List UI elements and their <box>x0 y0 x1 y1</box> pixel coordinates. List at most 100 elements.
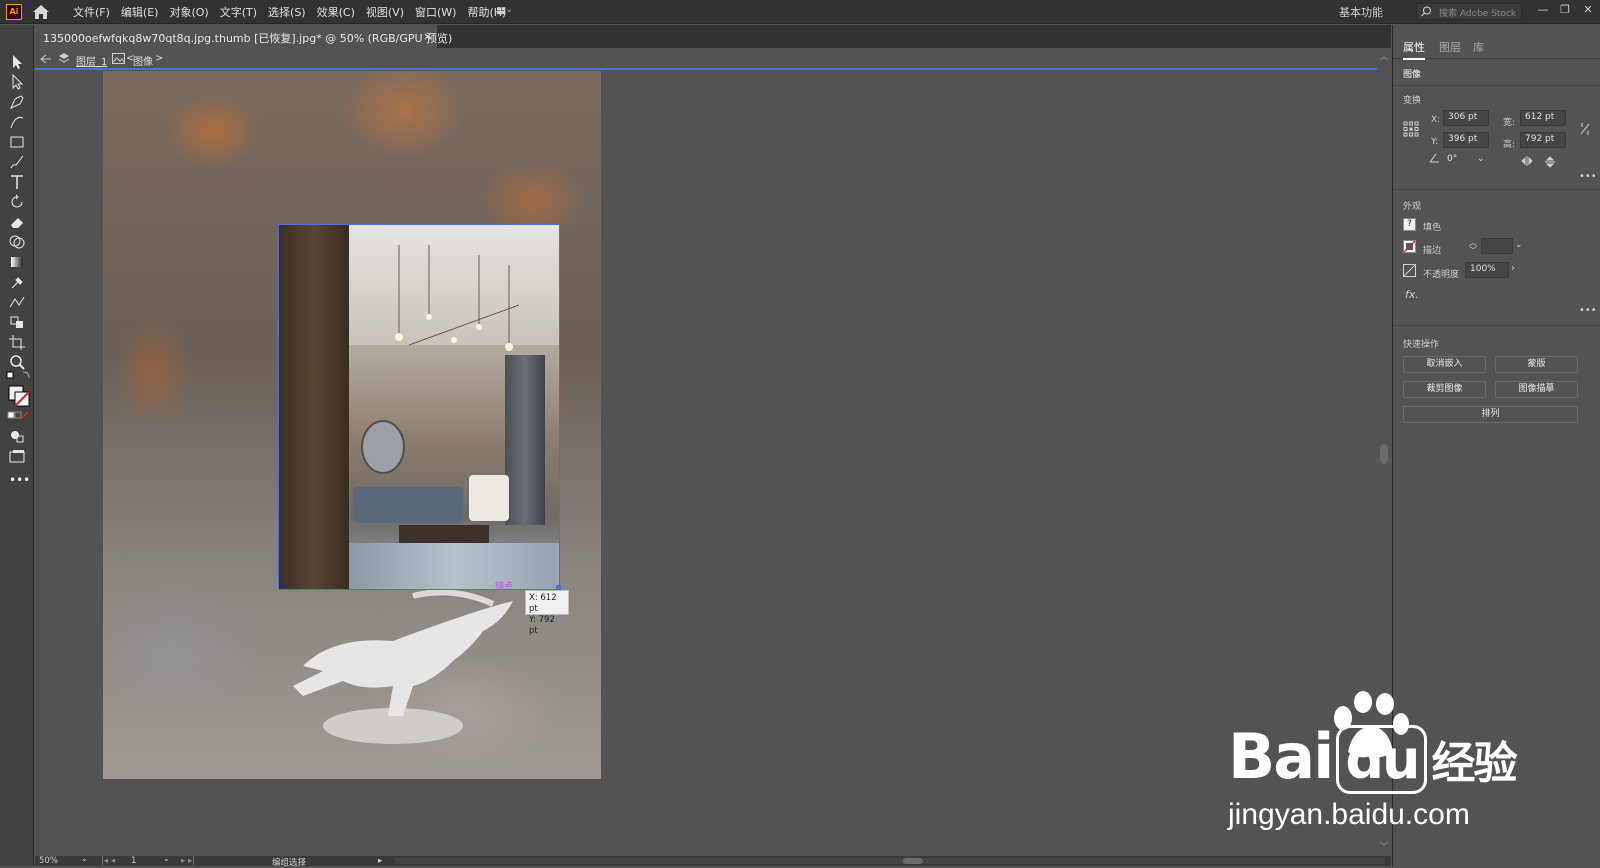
opacity-expand-icon[interactable]: › <box>1511 263 1515 274</box>
zoom-dropdown-icon[interactable]: ⌄ <box>81 854 88 863</box>
zoom-tool-icon[interactable] <box>7 353 27 371</box>
opacity-field[interactable]: 100% <box>1465 262 1509 278</box>
opacity-icon <box>1403 264 1416 277</box>
artboard-dropdown-icon[interactable]: ⌄ <box>163 854 170 863</box>
stroke-swatch[interactable] <box>1403 240 1416 253</box>
live-paint-tool-icon[interactable] <box>7 313 27 331</box>
menu-select[interactable]: 选择(S) <box>268 4 312 20</box>
fx-icon[interactable]: fx. <box>1405 288 1419 301</box>
divider <box>1393 85 1600 86</box>
minimize-icon[interactable]: — <box>1536 3 1550 17</box>
baidu-watermark: Bai du 经验 jingyan.baidu.com <box>1228 690 1528 831</box>
fill-swatch[interactable]: ? <box>1403 218 1416 231</box>
crop-image-button[interactable]: 裁剪图像 <box>1403 381 1486 398</box>
tab-layers[interactable]: 图层 <box>1439 39 1461 55</box>
zoom-level[interactable]: 50% <box>39 856 58 866</box>
back-arrow-icon[interactable] <box>40 54 52 64</box>
opacity-label: 不透明度 <box>1423 270 1460 280</box>
constrain-proportions-icon[interactable] <box>1579 122 1591 136</box>
scroll-thumb[interactable] <box>1380 444 1388 464</box>
image-icon <box>112 53 125 64</box>
close-tab-icon[interactable]: × <box>423 30 432 43</box>
document-tab[interactable]: 135000oefwfqkq8w70qt8q.jpg.thumb [已恢复].j… <box>35 25 452 48</box>
flip-horizontal-icon[interactable] <box>1521 156 1533 166</box>
menu-type[interactable]: 文字(T) <box>220 4 263 20</box>
artboard[interactable] <box>103 71 601 779</box>
direct-selection-tool-icon[interactable] <box>7 73 27 91</box>
paintbrush-tool-icon[interactable] <box>7 153 27 171</box>
width-label: 宽: <box>1503 118 1516 128</box>
unembed-button[interactable]: 取消嵌入 <box>1403 356 1486 373</box>
panel-tabs: 属性 图层 库 <box>1393 37 1600 59</box>
height-field[interactable]: 792 pt <box>1520 132 1566 148</box>
stroke-weight-stepper[interactable]: ︿ ﹀ <box>1469 239 1477 255</box>
menu-items: 文件(F) 编辑(E) 对象(O) 文字(T) 选择(S) 效果(C) 视图(V… <box>73 4 517 20</box>
type-tool-icon[interactable] <box>7 173 27 191</box>
blend-tool-icon[interactable] <box>7 293 27 311</box>
appearance-more-icon[interactable]: ••• <box>1579 305 1597 316</box>
image-rug <box>349 543 559 589</box>
y-label: Y: <box>1431 137 1439 147</box>
canvas[interactable]: 锚点 X: 612 pt Y: 792 pt <box>35 71 1377 856</box>
last-artboard-icon[interactable]: ▸ ▸| <box>181 856 195 866</box>
fill-stroke-swatch-icon[interactable] <box>5 370 31 422</box>
watermark-du-box: du <box>1336 725 1428 794</box>
image-sofa <box>353 487 463 523</box>
home-icon[interactable] <box>32 4 50 20</box>
stroke-weight-field[interactable] <box>1481 238 1513 254</box>
image-wood-wall <box>279 225 349 589</box>
image-trace-button[interactable]: 图像描摹 <box>1495 381 1578 398</box>
selected-image-frame[interactable] <box>278 224 560 590</box>
transform-more-icon[interactable]: ••• <box>1579 171 1597 182</box>
menu-object[interactable]: 对象(O) <box>169 4 214 20</box>
restore-icon[interactable]: ❐ <box>1558 3 1572 17</box>
stroke-label: 描边 <box>1423 246 1442 256</box>
arrange-button[interactable]: 排列 <box>1403 406 1578 423</box>
width-field[interactable]: 612 pt <box>1520 110 1566 126</box>
artboard-number[interactable]: 1 <box>131 856 136 866</box>
selection-tool-icon[interactable] <box>7 53 27 71</box>
more-tools-icon[interactable]: ••• <box>9 473 30 487</box>
x-field[interactable]: 306 pt <box>1443 110 1489 126</box>
mask-button[interactable]: 蒙版 <box>1495 356 1578 373</box>
image-armchair <box>469 475 509 521</box>
height-label: 高: <box>1503 140 1516 150</box>
rotate-tool-icon[interactable] <box>7 193 27 211</box>
workspace-switcher[interactable]: 基本功能 <box>1339 4 1383 20</box>
draw-mode-icon[interactable] <box>7 427 27 445</box>
scroll-up-icon[interactable]: ︿ <box>1380 51 1388 62</box>
tab-properties[interactable]: 属性 <box>1403 39 1425 55</box>
flip-vertical-icon[interactable] <box>1545 156 1555 168</box>
curvature-tool-icon[interactable] <box>7 113 27 131</box>
menu-effect[interactable]: 效果(C) <box>317 4 361 20</box>
stroke-weight-dropdown-icon[interactable]: ⌄ <box>1515 240 1523 250</box>
breadcrumb-layer[interactable]: 图层_1 <box>76 53 107 68</box>
scroll-down-icon[interactable]: ﹀ <box>1380 841 1388 852</box>
menu-file[interactable]: 文件(F) <box>73 4 116 20</box>
first-artboard-icon[interactable]: |◂ ◂ <box>101 856 115 866</box>
horizontal-scroll-thumb[interactable] <box>903 858 923 864</box>
menu-view[interactable]: 视图(V) <box>366 4 410 20</box>
tab-libraries[interactable]: 库 <box>1473 39 1484 55</box>
angle-dropdown-icon[interactable]: ⌄ <box>1477 154 1485 164</box>
watermark-brand-cn: 经验 <box>1431 738 1517 789</box>
gradient-tool-icon[interactable] <box>7 253 27 271</box>
y-field[interactable]: 396 pt <box>1443 132 1489 148</box>
eyedropper-tool-icon[interactable] <box>7 273 27 291</box>
arrange-documents-icon[interactable] <box>497 5 511 17</box>
artboard-tool-icon[interactable] <box>7 333 27 351</box>
rectangle-tool-icon[interactable] <box>7 133 27 151</box>
shape-builder-tool-icon[interactable] <box>7 233 27 251</box>
menu-edit[interactable]: 编辑(E) <box>121 4 165 20</box>
screen-mode-icon[interactable] <box>7 447 27 465</box>
status-menu-icon[interactable]: ▸ <box>378 856 382 866</box>
canvas-horizontal-scrollbar[interactable] <box>395 858 1385 864</box>
close-window-icon[interactable]: ✕ <box>1581 3 1595 17</box>
eraser-tool-icon[interactable] <box>7 213 27 231</box>
pen-tool-icon[interactable] <box>7 93 27 111</box>
image-coffee-table <box>399 525 489 543</box>
menu-window[interactable]: 窗口(W) <box>415 4 462 20</box>
reference-point-icon[interactable] <box>1403 121 1419 137</box>
breadcrumb-object[interactable]: 图像 <box>133 53 153 68</box>
appearance-section-title: 外观 <box>1403 202 1422 212</box>
